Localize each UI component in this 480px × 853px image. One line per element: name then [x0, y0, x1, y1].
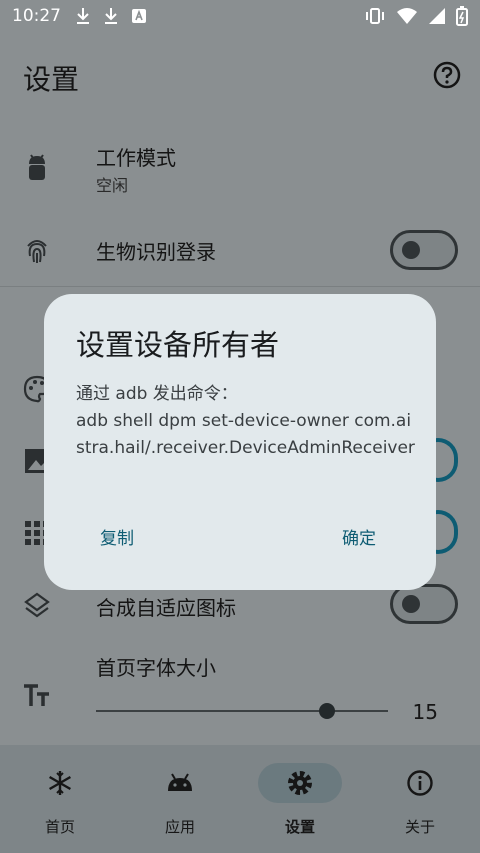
wifi-icon: [397, 8, 417, 24]
confirm-button[interactable]: 确定: [342, 524, 376, 549]
battery-icon: [456, 6, 468, 26]
dialog-body-command: adb shell dpm set-device-owner com.aistr…: [76, 411, 415, 458]
page-title: 设置: [23, 63, 80, 96]
vibrate-icon: [366, 8, 384, 24]
nav-item-about[interactable]: 关于: [360, 745, 480, 853]
toggle-knob: [402, 595, 420, 613]
dialog-body: 通过 adb 发出命令： adb shell dpm set-device-ow…: [76, 381, 416, 462]
dialog-body-intro: 通过 adb 发出命令：: [76, 384, 238, 404]
download-icon: [77, 8, 89, 24]
android-icon: [168, 773, 192, 791]
layers-icon: [24, 592, 50, 618]
app-bar: 设置: [0, 52, 480, 100]
adaptive-icon-toggle[interactable]: [390, 584, 458, 624]
nav-label-home: 首页: [44, 818, 75, 836]
status-time: 10:27: [12, 6, 61, 26]
section-divider: [0, 286, 480, 287]
device-owner-dialog: 设置设备所有者 通过 adb 发出命令： adb shell dpm set-d…: [44, 294, 436, 590]
android-icon: [29, 154, 45, 180]
status-bar: 10:27: [0, 0, 480, 32]
nav-item-settings[interactable]: 设置: [240, 745, 360, 853]
nav-label-settings: 设置: [284, 818, 315, 836]
fingerprint-icon: [27, 240, 47, 263]
biometric-login-toggle[interactable]: [390, 230, 458, 270]
gear-icon: [288, 771, 312, 795]
help-icon[interactable]: [432, 60, 462, 90]
text-size-icon: [24, 684, 49, 706]
work-mode-value: 空闲: [96, 176, 129, 195]
font-size-title: 首页字体大小: [96, 656, 216, 680]
copy-button[interactable]: 复制: [100, 524, 134, 549]
toggle-knob: [402, 241, 420, 259]
biometric-login-row[interactable]: 生物识别登录: [0, 228, 480, 274]
font-size-slider-thumb[interactable]: [318, 703, 335, 719]
nav-label-about: 关于: [404, 818, 435, 836]
info-icon: [407, 770, 433, 796]
snowflake-icon: [49, 771, 71, 795]
font-size-value: 15: [412, 700, 438, 724]
font-size-slider[interactable]: [96, 710, 388, 712]
signal-icon: [429, 8, 445, 24]
nav-item-apps[interactable]: 应用: [120, 745, 240, 853]
work-mode-row[interactable]: 工作模式 空闲: [0, 140, 480, 200]
download-icon: [105, 8, 117, 24]
bottom-navigation: 首页 应用 设置 关于: [0, 745, 480, 853]
nav-label-apps: 应用: [164, 818, 195, 836]
notification-a-icon: [132, 9, 146, 23]
dialog-title: 设置设备所有者: [76, 328, 280, 362]
adaptive-icon-title: 合成自适应图标: [96, 596, 236, 620]
font-size-row: 首页字体大小 15: [0, 650, 480, 730]
biometric-login-title: 生物识别登录: [96, 240, 216, 264]
work-mode-title: 工作模式: [96, 146, 176, 170]
nav-item-home[interactable]: 首页: [0, 745, 120, 853]
